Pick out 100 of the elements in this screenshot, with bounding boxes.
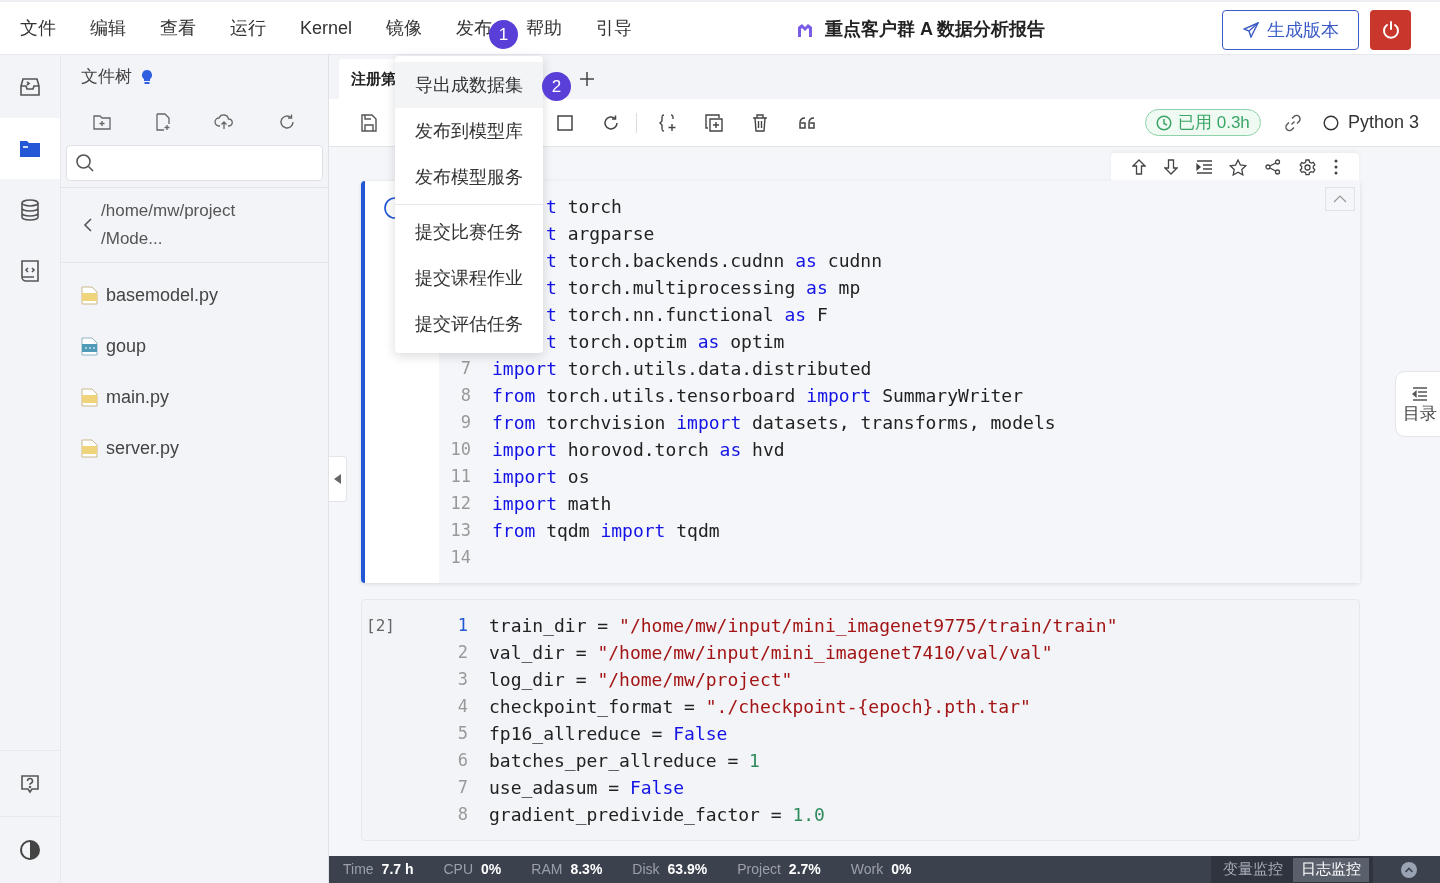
new-folder-icon[interactable]: [92, 114, 111, 130]
code-line: fp16_allreduce = False: [489, 722, 728, 746]
menu-option[interactable]: 提交课程作业: [395, 255, 543, 301]
execution-prompt: [2]: [366, 616, 395, 635]
upload-icon[interactable]: [214, 114, 235, 130]
share-icon[interactable]: [1265, 159, 1282, 175]
metric-label: CPU: [443, 860, 474, 879]
insert-code-icon[interactable]: [659, 112, 677, 133]
code-line: t torch.optim as optim: [546, 330, 785, 354]
code-line: import horovod.torch as hvd: [492, 438, 785, 462]
copy-cell-icon[interactable]: [705, 113, 723, 132]
line-number: 9: [459, 411, 471, 434]
code-line: import torch.utils.data.distributed: [492, 357, 872, 381]
menu-item[interactable]: 查看: [160, 14, 196, 42]
line-number: 5: [456, 722, 468, 745]
code-line: import os: [492, 465, 590, 489]
metric-label: RAM: [531, 860, 563, 879]
back-icon[interactable]: [83, 217, 93, 233]
notebook-title: 重点客户群 A 数据分析报告: [825, 18, 1046, 41]
kernel-name[interactable]: Python 3: [1348, 109, 1420, 136]
code-line: val_dir = "/home/mw/input/mini_imagenet7410/val/val": [489, 641, 1053, 665]
line-number: 12: [449, 492, 471, 515]
menu-option[interactable]: 提交比赛任务: [395, 209, 543, 255]
line-number: 10: [449, 438, 471, 461]
lightbulb-icon[interactable]: [140, 69, 154, 85]
line-number: 8: [459, 384, 471, 407]
menu-item[interactable]: 帮助: [526, 14, 563, 42]
menu-item[interactable]: 引导: [596, 14, 633, 42]
code-line: train_dir = "/home/mw/input/mini_imagenet9775/train/train": [489, 614, 1118, 638]
send-icon: [1242, 22, 1259, 38]
stop-icon[interactable]: [557, 114, 573, 131]
move-up-icon[interactable]: [1131, 159, 1146, 175]
directory-path: /home/mw/project /Mode...: [101, 200, 236, 250]
activity-bar-item[interactable]: [0, 118, 60, 179]
code-line: t torch.backends.cudnn as cudnn: [546, 249, 882, 273]
add-tab-icon[interactable]: [579, 71, 595, 87]
code-line: import math: [492, 492, 612, 516]
refresh-icon[interactable]: [278, 113, 297, 131]
metric-value: 8.3%: [570, 860, 603, 879]
line-number: 7: [456, 776, 468, 799]
move-down-icon[interactable]: [1163, 159, 1178, 175]
line-number: 13: [449, 519, 471, 542]
menu-item[interactable]: 编辑: [90, 14, 126, 42]
code-line: from torchvision import datasets, transforms, models: [492, 411, 1056, 435]
menu-item[interactable]: Kernel: [300, 14, 353, 42]
usage-badge: 已用 0.3h: [1145, 109, 1261, 136]
code-line: log_dir = "/home/mw/project": [489, 668, 793, 692]
code-line: t argparse: [546, 222, 655, 246]
collapse-panel-handle[interactable]: [329, 456, 347, 502]
menu-option[interactable]: 发布模型服务: [395, 154, 543, 200]
monitor-tab[interactable]: 日志监控: [1293, 857, 1369, 882]
metric-value: 63.9%: [667, 860, 708, 879]
menu-option[interactable]: 发布到模型库: [395, 108, 543, 154]
chevron-up-icon: [1333, 195, 1347, 203]
line-number: 4: [456, 695, 468, 718]
code-line: gradient_predivide_factor = 1.0: [489, 803, 825, 827]
menu-item[interactable]: 镜像: [386, 14, 423, 42]
power-button[interactable]: [1370, 10, 1411, 50]
star-icon[interactable]: [1229, 158, 1248, 176]
metric-label: Work: [850, 860, 884, 879]
expand-up-icon[interactable]: [1401, 862, 1417, 878]
delete-icon[interactable]: [752, 113, 768, 132]
code-line: from tqdm import tqdm: [492, 519, 720, 543]
kernel-idle-icon: [1323, 114, 1339, 131]
metric-value: 7.7 h: [381, 860, 414, 879]
more-icon[interactable]: [1334, 159, 1338, 175]
metric-value: 2.7%: [788, 860, 821, 879]
panel-title: 文件树: [81, 66, 132, 89]
python-file-icon: [81, 286, 98, 305]
metric-value: 0%: [481, 860, 502, 879]
line-number: 7: [459, 357, 471, 380]
code-line: t torch.nn.functional as F: [546, 303, 828, 327]
file-name: main.py: [106, 386, 170, 409]
generate-version-button[interactable]: 生成版本: [1222, 10, 1359, 50]
theme-toggle-icon[interactable]: [19, 839, 41, 861]
menu-option[interactable]: 导出成数据集: [395, 62, 543, 108]
binary-file-icon: [81, 337, 98, 356]
new-file-icon[interactable]: [154, 113, 171, 131]
line-number: 8: [456, 803, 468, 826]
metric-label: Time: [343, 860, 374, 879]
toc-button[interactable]: 目录: [1395, 371, 1440, 437]
power-icon: [1380, 20, 1401, 40]
code-file-icon: [18, 258, 42, 283]
monitor-tab[interactable]: 变量监控: [1215, 857, 1291, 882]
link-icon[interactable]: [1284, 113, 1302, 132]
python-file-icon: [81, 388, 98, 407]
menu-option[interactable]: 提交评估任务: [395, 301, 543, 347]
indent-list-icon[interactable]: [1195, 160, 1212, 174]
restart-icon[interactable]: [602, 113, 620, 132]
code-line: batches_per_allreduce = 1: [489, 749, 760, 773]
line-number: 11: [449, 465, 471, 488]
menu-item[interactable]: 文件: [20, 14, 56, 42]
line-number: 3: [456, 668, 468, 691]
menu-item[interactable]: 运行: [230, 14, 266, 42]
help-icon[interactable]: [19, 772, 41, 795]
search-field[interactable]: [66, 145, 323, 181]
file-name: server.py: [106, 437, 180, 460]
settings-icon[interactable]: [1299, 158, 1317, 176]
save-icon[interactable]: [361, 113, 377, 132]
quote-icon[interactable]: [798, 115, 816, 130]
